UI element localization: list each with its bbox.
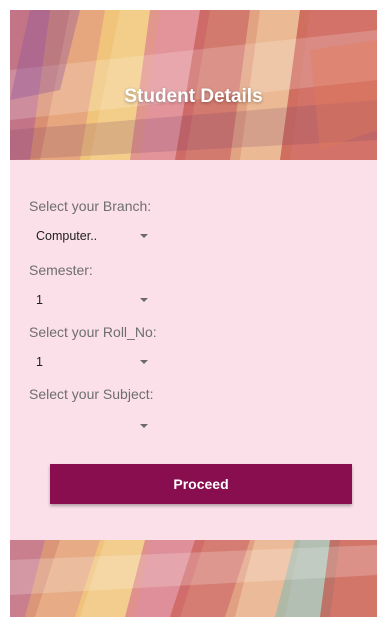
proceed-button[interactable]: Proceed (50, 464, 352, 504)
semester-label: Semester: (29, 262, 93, 278)
header-banner: Student Details (10, 10, 377, 160)
header-background-image (10, 10, 377, 160)
dropdown-arrow-icon (140, 360, 148, 364)
roll-no-dropdown-value: 1 (36, 355, 43, 369)
dropdown-arrow-icon (140, 298, 148, 302)
branch-label: Select your Branch: (29, 198, 152, 214)
roll-no-label: Select your Roll_No: (29, 324, 157, 340)
branch-dropdown[interactable]: Computer.. (36, 226, 156, 248)
app-screen: Student Details Select your Branch: Comp… (10, 10, 377, 617)
branch-dropdown-value: Computer.. (36, 229, 98, 243)
semester-dropdown[interactable]: 1 (36, 290, 156, 312)
semester-dropdown-value: 1 (36, 293, 43, 307)
footer-background-image (10, 540, 377, 617)
subject-label: Select your Subject: (29, 386, 154, 402)
page-title: Student Details (124, 86, 263, 107)
dropdown-arrow-icon (140, 234, 148, 238)
footer-banner (10, 540, 377, 617)
student-details-form: Select your Branch: Computer.. Semester:… (10, 160, 377, 540)
subject-dropdown[interactable] (36, 416, 156, 438)
dropdown-arrow-icon (140, 424, 148, 428)
roll-no-dropdown[interactable]: 1 (36, 352, 156, 374)
